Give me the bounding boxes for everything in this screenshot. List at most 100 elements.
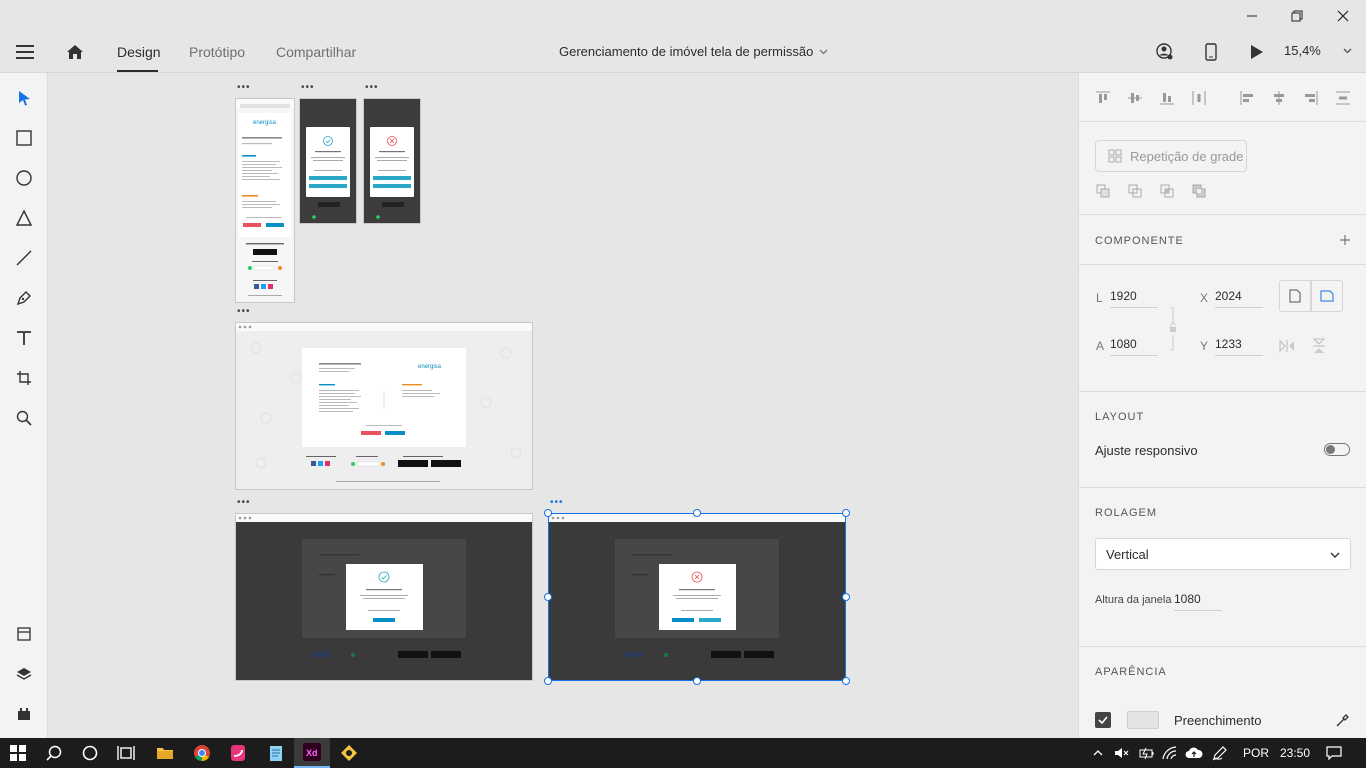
artboard-mobile-form[interactable]: energisa xyxy=(235,98,295,303)
selection-handle[interactable] xyxy=(544,593,552,601)
repeat-grid-section: Repetição de grade xyxy=(1079,121,1366,214)
play-preview-button[interactable] xyxy=(1245,40,1269,64)
selection-handle[interactable] xyxy=(693,677,701,685)
selection-handle[interactable] xyxy=(842,677,850,685)
tab-share[interactable]: Compartilhar xyxy=(276,44,356,60)
align-top-button[interactable] xyxy=(1095,90,1111,106)
fill-color-swatch[interactable] xyxy=(1127,711,1159,729)
artboard-desktop-success[interactable] xyxy=(235,513,533,681)
boolean-intersect-button[interactable] xyxy=(1159,183,1175,199)
home-button[interactable] xyxy=(63,40,87,64)
ellipse-tool[interactable] xyxy=(12,166,36,190)
device-preview-button[interactable] xyxy=(1199,40,1223,64)
selection-handle[interactable] xyxy=(842,593,850,601)
add-component-button[interactable] xyxy=(1337,232,1353,248)
lock-aspect-icon[interactable] xyxy=(1168,307,1178,351)
battery-charging-icon xyxy=(1139,747,1154,759)
taskbar-adobe-xd[interactable]: Xd xyxy=(294,738,330,768)
app-header: Design Protótipo Compartilhar Gerenciame… xyxy=(0,0,1366,73)
task-view-button[interactable] xyxy=(108,738,144,768)
taskbar-gitkraken[interactable] xyxy=(331,738,367,768)
hamburger-menu-button[interactable] xyxy=(13,40,37,64)
tab-prototype[interactable]: Protótipo xyxy=(189,44,245,60)
width-input[interactable]: 1920 xyxy=(1110,286,1158,308)
search-button[interactable] xyxy=(36,738,72,768)
restore-button[interactable] xyxy=(1275,4,1319,28)
action-center-button[interactable] xyxy=(1316,738,1352,768)
responsive-resize-label: Ajuste responsivo xyxy=(1095,443,1198,458)
battery-button[interactable] xyxy=(1134,738,1158,768)
scroll-direction-select[interactable]: Vertical xyxy=(1095,538,1351,570)
align-right-button[interactable] xyxy=(1303,90,1319,106)
cortana-button[interactable] xyxy=(72,738,108,768)
taskbar-sketch[interactable] xyxy=(220,738,256,768)
selection-handle[interactable] xyxy=(693,509,701,517)
align-center-button[interactable] xyxy=(1271,90,1287,106)
viewport-height-input[interactable]: 1080 xyxy=(1174,589,1222,611)
landscape-orientation-button[interactable] xyxy=(1311,280,1343,312)
pen-tool[interactable] xyxy=(12,286,36,310)
boolean-add-button[interactable] xyxy=(1095,183,1111,199)
keyboard-language[interactable]: POR xyxy=(1243,746,1269,760)
show-hidden-icons-button[interactable] xyxy=(1086,738,1110,768)
artboard-menu[interactable]: ••• xyxy=(237,498,251,508)
fill-checkbox[interactable] xyxy=(1095,712,1111,728)
tab-design[interactable]: Design xyxy=(117,44,161,60)
artboard-desktop-denied[interactable] xyxy=(548,513,846,681)
zoom-tool[interactable] xyxy=(12,406,36,430)
selection-handle[interactable] xyxy=(842,509,850,517)
artboard-desktop-form[interactable]: energisa xyxy=(235,322,533,490)
system-clock[interactable]: 23:50 xyxy=(1280,746,1310,760)
minimize-button[interactable] xyxy=(1230,4,1274,28)
selection-handle[interactable] xyxy=(544,677,552,685)
folder-icon xyxy=(157,748,173,759)
eyedropper-button[interactable] xyxy=(1335,712,1351,728)
text-tool[interactable] xyxy=(12,326,36,350)
desktop-form-thumbnail: energisa xyxy=(236,323,532,482)
document-title-dropdown[interactable]: Gerenciamento de imóvel tela de permissã… xyxy=(559,44,828,59)
distribute-horizontal-button[interactable] xyxy=(1191,90,1207,106)
distribute-vertical-button[interactable] xyxy=(1335,90,1351,106)
line-tool[interactable] xyxy=(12,246,36,270)
flip-horizontal-button[interactable] xyxy=(1279,338,1295,354)
align-middle-button[interactable] xyxy=(1127,90,1143,106)
design-canvas[interactable]: ••• energisa ••• ••• ••• energisa ••• ••… xyxy=(48,73,1078,738)
rectangle-tool[interactable] xyxy=(12,126,36,150)
align-bottom-button[interactable] xyxy=(1159,90,1175,106)
repeat-grid-button[interactable]: Repetição de grade xyxy=(1095,140,1247,172)
responsive-resize-toggle[interactable] xyxy=(1324,443,1350,456)
artboard-menu[interactable]: ••• xyxy=(237,307,251,317)
boolean-subtract-button[interactable] xyxy=(1127,183,1143,199)
network-button[interactable] xyxy=(1158,738,1182,768)
pen-workspace-button[interactable] xyxy=(1208,738,1232,768)
artboard-tool[interactable] xyxy=(12,366,36,390)
onedrive-button[interactable] xyxy=(1182,738,1206,768)
flip-vertical-button[interactable] xyxy=(1311,338,1327,354)
align-left-button[interactable] xyxy=(1239,90,1255,106)
artboard-mobile-success[interactable] xyxy=(299,98,357,224)
select-tool[interactable] xyxy=(12,86,36,110)
close-window-button[interactable] xyxy=(1321,4,1365,28)
x-input[interactable]: 2024 xyxy=(1215,286,1263,308)
height-input[interactable]: 1080 xyxy=(1110,334,1158,356)
artboard-mobile-denied[interactable] xyxy=(363,98,421,224)
artboard-menu-selected[interactable]: ••• xyxy=(550,498,564,508)
polygon-tool[interactable] xyxy=(12,206,36,230)
portrait-orientation-button[interactable] xyxy=(1279,280,1311,312)
layers-panel-button[interactable] xyxy=(12,662,36,686)
taskbar-chrome[interactable] xyxy=(184,738,220,768)
y-input[interactable]: 1233 xyxy=(1215,334,1263,356)
artboard-menu[interactable]: ••• xyxy=(301,83,315,93)
assets-panel-button[interactable] xyxy=(12,622,36,646)
boolean-exclude-button[interactable] xyxy=(1191,183,1207,199)
taskbar-notepad[interactable] xyxy=(258,738,294,768)
artboard-menu[interactable]: ••• xyxy=(365,83,379,93)
selection-handle[interactable] xyxy=(544,509,552,517)
artboard-menu[interactable]: ••• xyxy=(237,83,251,93)
start-button[interactable] xyxy=(0,738,36,768)
zoom-dropdown[interactable]: 15,4% xyxy=(1284,43,1352,58)
account-button[interactable] xyxy=(1153,40,1177,64)
volume-button[interactable] xyxy=(1110,738,1134,768)
plugins-panel-button[interactable] xyxy=(12,702,36,726)
taskbar-file-explorer[interactable] xyxy=(147,738,183,768)
